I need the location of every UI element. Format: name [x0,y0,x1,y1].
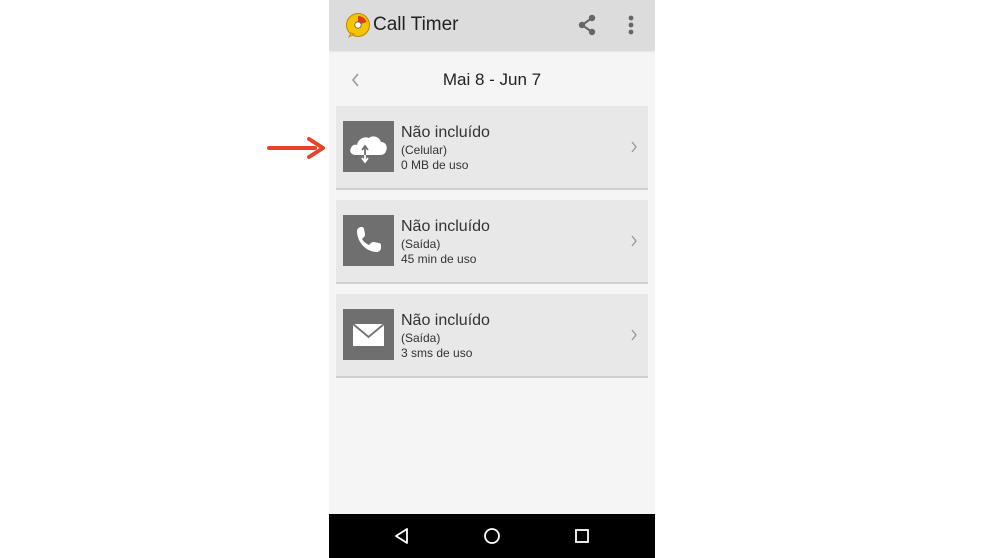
home-circle-icon[interactable] [482,526,502,546]
cloud-data-icon [350,136,387,164]
chevron-right-icon [631,329,637,341]
chevron-right-icon [631,141,637,153]
chevron-right-icon [631,235,637,247]
card-subtitle: (Saída) [401,331,441,345]
call-timer-logo-icon [346,13,370,38]
card-title: Não incluído [401,124,490,141]
annotation-arrow-icon [267,137,325,159]
app-bar: Call Timer [329,0,655,50]
usage-card-calls[interactable]: Não incluído (Saída) 45 min de uso [336,200,648,284]
card-subtitle: (Celular) [401,143,448,157]
envelope-icon [352,323,385,346]
back-triangle-icon[interactable] [392,526,412,546]
card-usage: 45 min de uso [401,252,477,266]
share-icon[interactable] [575,13,599,37]
phone-screen: Call Timer Mai 8 - Jun 7 Não incluído (C… [329,0,655,558]
card-icon-tile [343,121,394,172]
card-subtitle: (Saída) [401,237,441,251]
date-navigation: Mai 8 - Jun 7 [329,58,655,102]
card-icon-tile [343,309,394,360]
system-navigation-bar [329,514,655,558]
card-title: Não incluído [401,218,490,235]
recents-square-icon[interactable] [572,526,592,546]
card-icon-tile [343,215,394,266]
card-usage: 3 sms de uso [401,346,473,360]
usage-card-sms[interactable]: Não incluído (Saída) 3 sms de uso [336,294,648,378]
date-range-label: Mai 8 - Jun 7 [442,70,542,89]
screenshot-canvas: Call Timer Mai 8 - Jun 7 Não incluído (C… [0,0,984,558]
phone-icon [357,227,381,252]
app-title: Call Timer [373,14,459,35]
overflow-menu-icon[interactable] [621,13,641,37]
card-usage: 0 MB de uso [401,158,469,172]
usage-card-data[interactable]: Não incluído (Celular) 0 MB de uso [336,106,648,190]
card-title: Não incluído [401,312,490,329]
